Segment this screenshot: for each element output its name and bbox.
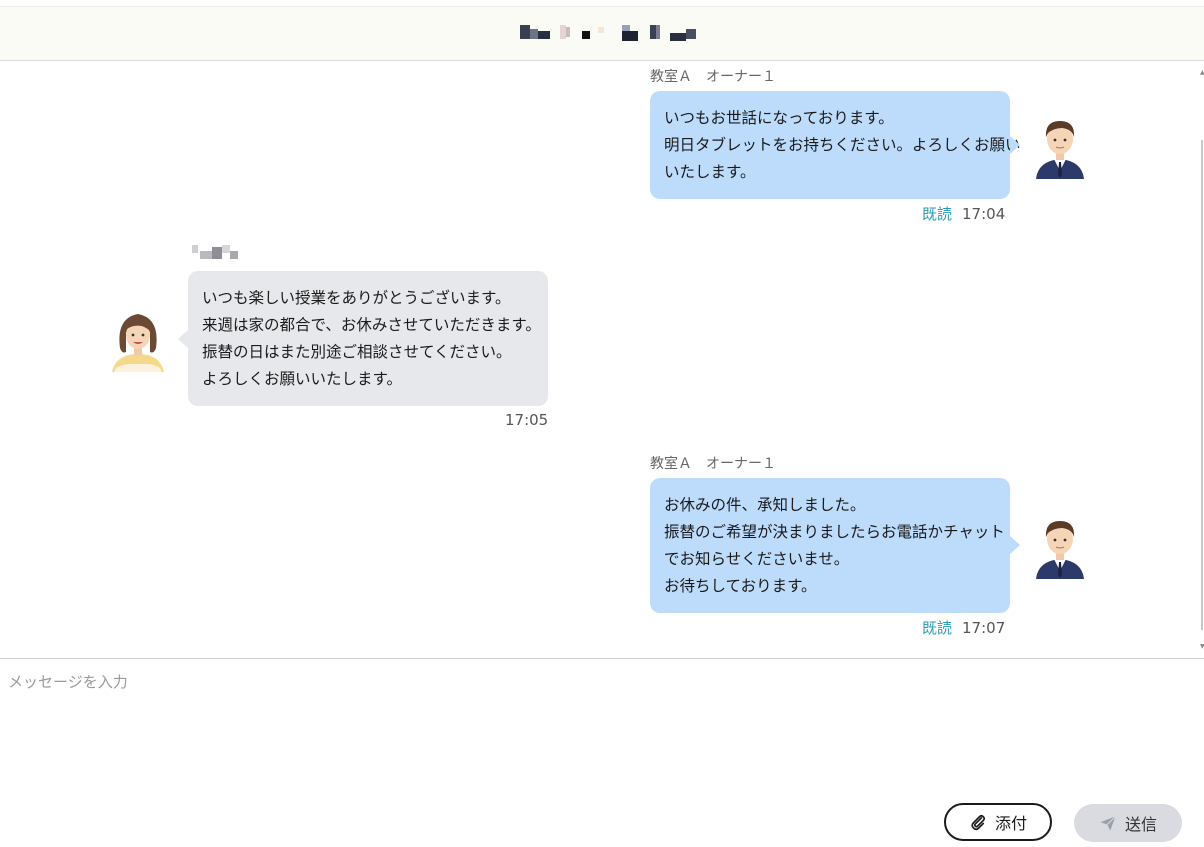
bubble-tail — [1010, 536, 1020, 554]
message-line: 振替の日はまた別途ご相談させてください。 — [202, 343, 512, 361]
message-bubble-theirs: いつも楽しい授業をありがとうございます。 来週は家の都合で、お休みさせていただき… — [188, 271, 548, 406]
message-meta: 既読 17:04 — [922, 203, 1005, 224]
sender-name: 教室Ａ オーナー１ — [650, 456, 776, 472]
message-time: 17:05 — [505, 411, 549, 429]
message-line: 来週は家の都合で、お休みさせていただきます。 — [202, 316, 541, 334]
chat-header — [0, 6, 1204, 61]
message-line: 振替のご希望が決まりましたらお電話かチャット — [664, 523, 1005, 541]
read-status: 既読 — [922, 205, 953, 223]
paper-plane-icon — [1100, 815, 1116, 831]
female-parent-avatar-icon — [112, 314, 164, 372]
chat-title-redacted — [520, 23, 700, 43]
paperclip-icon — [971, 814, 985, 831]
attach-button[interactable]: 添付 — [944, 803, 1052, 841]
message-composer: 添付 送信 — [0, 658, 1204, 847]
read-status: 既読 — [922, 619, 953, 637]
message-line: お待ちしております。 — [664, 577, 817, 595]
message-line: いたします。 — [664, 163, 756, 181]
bubble-tail — [1010, 136, 1020, 154]
scroll-down-icon[interactable]: ▼ — [1200, 644, 1204, 650]
scrollbar-thumb[interactable] — [1201, 140, 1203, 630]
message-time: 17:04 — [962, 205, 1006, 223]
send-button[interactable]: 送信 — [1074, 804, 1182, 842]
message-line: いつも楽しい授業をありがとうございます。 — [202, 289, 511, 307]
message-input[interactable] — [0, 659, 1204, 789]
message-meta: 既読 17:07 — [922, 617, 1005, 638]
message-line: 明日タブレットをお持ちください。よろしくお願い — [664, 136, 1021, 154]
message-bubble-mine: お休みの件、承知しました。 振替のご希望が決まりましたらお電話かチャット でお知… — [650, 478, 1010, 613]
message-line: お休みの件、承知しました。 — [664, 496, 866, 514]
message-line: でお知らせくださいませ。 — [664, 550, 850, 568]
send-button-label: 送信 — [1124, 815, 1157, 834]
message-bubble-mine: いつもお世話になっております。 明日タブレットをお持ちください。よろしくお願い … — [650, 91, 1021, 199]
sender-name-redacted — [192, 245, 242, 261]
chat-scrollbar[interactable]: ▲ ▼ — [1200, 70, 1204, 650]
bubble-tail — [178, 330, 188, 348]
male-staff-avatar-icon — [1036, 521, 1084, 579]
message-list[interactable]: 教室Ａ オーナー１ いつもお世話になっております。 明日タブレットをお持ちくださ… — [0, 62, 1204, 658]
message-line: よろしくお願いいたします。 — [202, 370, 402, 388]
message-line: いつもお世話になっております。 — [664, 109, 894, 127]
message-time: 17:07 — [962, 619, 1006, 637]
male-staff-avatar-icon — [1036, 121, 1084, 179]
scroll-up-icon[interactable]: ▲ — [1200, 70, 1204, 76]
sender-name: 教室Ａ オーナー１ — [650, 69, 776, 85]
attach-button-label: 添付 — [994, 814, 1027, 833]
